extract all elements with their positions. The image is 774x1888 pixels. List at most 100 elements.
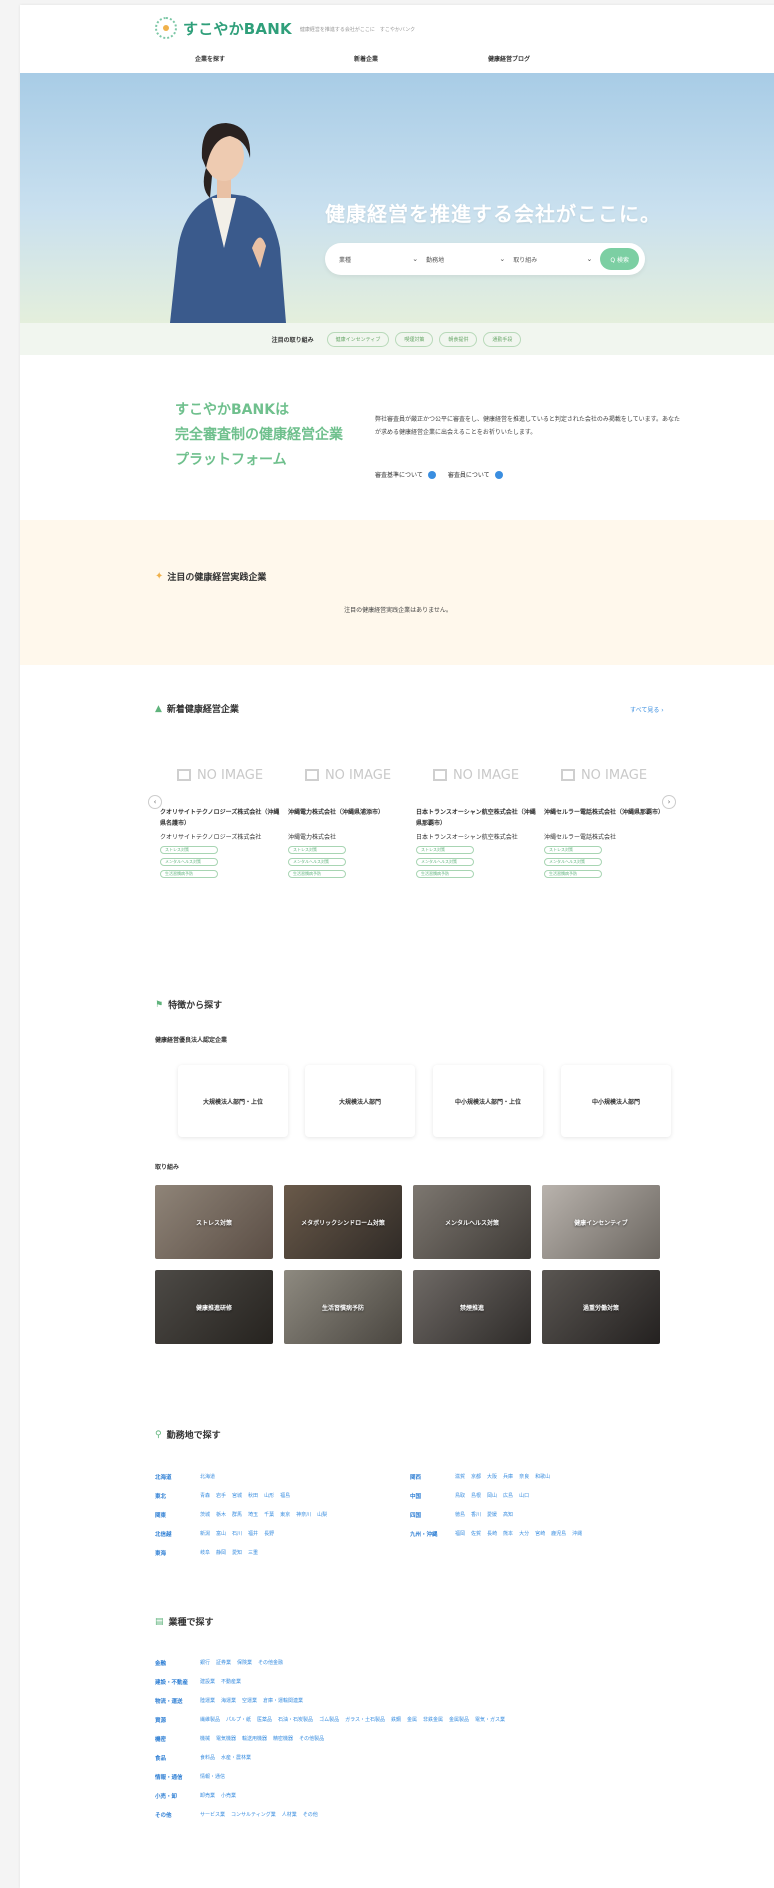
industry-row-label[interactable]: 資源	[155, 1716, 200, 1724]
industry-link[interactable]: 海運業	[221, 1697, 236, 1704]
industry-link[interactable]: コンサルティング業	[231, 1811, 276, 1818]
region-row-label[interactable]: 関西	[410, 1473, 455, 1481]
prefecture-link[interactable]: 静岡	[216, 1549, 226, 1556]
prefecture-link[interactable]: 千葉	[264, 1511, 274, 1518]
industry-link[interactable]: 石油・石炭製品	[278, 1716, 313, 1723]
company-tag[interactable]: 生活習慣病予防	[544, 870, 602, 878]
prefecture-link[interactable]: 佐賀	[471, 1530, 481, 1537]
company-tag[interactable]: メンタルヘルス対策	[288, 858, 346, 866]
industry-row-label[interactable]: 機密	[155, 1735, 200, 1743]
prefecture-link[interactable]: 徳島	[455, 1511, 465, 1518]
initiative-tile[interactable]: 健康推進研修	[155, 1270, 273, 1344]
initiative-tile[interactable]: 生活習慣病予防	[284, 1270, 402, 1344]
prefecture-link[interactable]: 宮崎	[535, 1530, 545, 1537]
initiative-tile[interactable]: 禁煙推進	[413, 1270, 531, 1344]
prefecture-link[interactable]: 愛媛	[487, 1511, 497, 1518]
industry-row-label[interactable]: 食品	[155, 1754, 200, 1762]
industry-link[interactable]: 金属	[407, 1716, 417, 1723]
initiative-select[interactable]: 取り組み ⌄	[513, 255, 592, 264]
region-row-label[interactable]: 東北	[155, 1492, 200, 1500]
prefecture-link[interactable]: 岡山	[487, 1492, 497, 1499]
initiative-tile[interactable]: 過重労働対策	[542, 1270, 660, 1344]
logo[interactable]: すこやかBANK 健康経営を推進する会社がここに すこやかバンク	[155, 17, 415, 39]
initiative-pill[interactable]: 朝食提供	[439, 331, 478, 347]
initiative-pill[interactable]: 通勤手段	[483, 331, 522, 347]
prefecture-link[interactable]: 石川	[232, 1530, 242, 1537]
prefecture-link[interactable]: 長野	[264, 1530, 274, 1537]
prefecture-link[interactable]: 青森	[200, 1492, 210, 1499]
region-row-label[interactable]: 東海	[155, 1549, 200, 1557]
criteria-link[interactable]: 審査基準について	[375, 470, 436, 479]
prefecture-link[interactable]: 福島	[280, 1492, 290, 1499]
industry-link[interactable]: 医薬品	[257, 1716, 272, 1723]
industry-link[interactable]: 輸送用機器	[242, 1735, 267, 1742]
industry-link[interactable]: サービス業	[200, 1811, 225, 1818]
reviewers-link[interactable]: 審査員について	[448, 470, 503, 479]
industry-link[interactable]: その他	[303, 1811, 318, 1818]
prefecture-link[interactable]: 岐阜	[200, 1549, 210, 1556]
prefecture-link[interactable]: 埼玉	[248, 1511, 258, 1518]
company-card[interactable]: NO IMAGE 日本トランスオーシャン航空株式会社（沖縄県那覇市） 日本トラン…	[416, 755, 536, 878]
prefecture-link[interactable]: 兵庫	[503, 1473, 513, 1480]
industry-link[interactable]: 非鉄金属	[423, 1716, 443, 1723]
industry-row-label[interactable]: その他	[155, 1811, 200, 1819]
industry-link[interactable]: 不動産業	[221, 1678, 241, 1685]
prefecture-link[interactable]: 山形	[264, 1492, 274, 1499]
industry-row-label[interactable]: 情報・通信	[155, 1773, 200, 1781]
nav-new-companies[interactable]: 新着企業	[354, 54, 378, 63]
initiative-tile[interactable]: 健康インセンティブ	[542, 1185, 660, 1259]
cert-card[interactable]: 大規模法人部門・上位	[178, 1065, 288, 1137]
prefecture-link[interactable]: 新潟	[200, 1530, 210, 1537]
prefecture-link[interactable]: 熊本	[503, 1530, 513, 1537]
industry-row-label[interactable]: 金融	[155, 1659, 200, 1667]
industry-link[interactable]: 繊維製品	[200, 1716, 220, 1723]
prefecture-link[interactable]: 神奈川	[296, 1511, 311, 1518]
industry-link[interactable]: その他金融	[258, 1659, 283, 1666]
region-row-label[interactable]: 関東	[155, 1511, 200, 1519]
cert-card[interactable]: 中小規模法人部門・上位	[433, 1065, 543, 1137]
company-tag[interactable]: ストレス対策	[160, 846, 218, 854]
prefecture-link[interactable]: 広島	[503, 1492, 513, 1499]
region-row-label[interactable]: 北海道	[155, 1473, 200, 1481]
prefecture-link[interactable]: 滋賀	[455, 1473, 465, 1480]
industry-link[interactable]: 電気・ガス業	[475, 1716, 505, 1723]
industry-link[interactable]: 食料品	[200, 1754, 215, 1761]
prefecture-link[interactable]: 香川	[471, 1511, 481, 1518]
prefecture-link[interactable]: 奈良	[519, 1473, 529, 1480]
industry-row-label[interactable]: 物流・運送	[155, 1697, 200, 1705]
initiative-tile[interactable]: メンタルヘルス対策	[413, 1185, 531, 1259]
industry-link[interactable]: 水産・農林業	[221, 1754, 251, 1761]
prefecture-link[interactable]: 沖縄	[572, 1530, 582, 1537]
industry-link[interactable]: パルプ・紙	[226, 1716, 251, 1723]
industry-row-label[interactable]: 小売・卸	[155, 1792, 200, 1800]
see-all-link[interactable]: すべて見る ›	[630, 705, 664, 714]
company-tag[interactable]: 生活習慣病予防	[288, 870, 346, 878]
nav-blog[interactable]: 健康経営ブログ	[488, 54, 530, 63]
search-button[interactable]: Q 検索	[600, 248, 640, 270]
prefecture-link[interactable]: 岩手	[216, 1492, 226, 1499]
initiative-pill[interactable]: 健康インセンティブ	[326, 331, 390, 347]
industry-link[interactable]: 鉄鋼	[391, 1716, 401, 1723]
prefecture-link[interactable]: 島根	[471, 1492, 481, 1499]
industry-link[interactable]: 銀行	[200, 1659, 210, 1666]
industry-link[interactable]: 情報・通信	[200, 1773, 225, 1780]
prefecture-link[interactable]: 鳥取	[455, 1492, 465, 1499]
prefecture-link[interactable]: 福岡	[455, 1530, 465, 1537]
initiative-tile[interactable]: ストレス対策	[155, 1185, 273, 1259]
company-tag[interactable]: 生活習慣病予防	[416, 870, 474, 878]
cert-card[interactable]: 中小規模法人部門	[561, 1065, 671, 1137]
cert-card[interactable]: 大規模法人部門	[305, 1065, 415, 1137]
industry-link[interactable]: 人材業	[282, 1811, 297, 1818]
prefecture-link[interactable]: 高知	[503, 1511, 513, 1518]
company-tag[interactable]: 生活習慣病予防	[160, 870, 218, 878]
region-row-label[interactable]: 中国	[410, 1492, 455, 1500]
prefecture-link[interactable]: 大阪	[487, 1473, 497, 1480]
industry-row-label[interactable]: 建設・不動産	[155, 1678, 200, 1686]
prefecture-link[interactable]: 山梨	[317, 1511, 327, 1518]
region-row-label[interactable]: 北信越	[155, 1530, 200, 1538]
industry-link[interactable]: ガラス・土石製品	[345, 1716, 385, 1723]
industry-select[interactable]: 業種 ⌄	[339, 255, 418, 264]
prefecture-link[interactable]: 三重	[248, 1549, 258, 1556]
company-card[interactable]: NO IMAGE 沖縄セルラー電話株式会社（沖縄県那覇市） 沖縄セルラー電話株式…	[544, 755, 664, 878]
region-row-label[interactable]: 四国	[410, 1511, 455, 1519]
